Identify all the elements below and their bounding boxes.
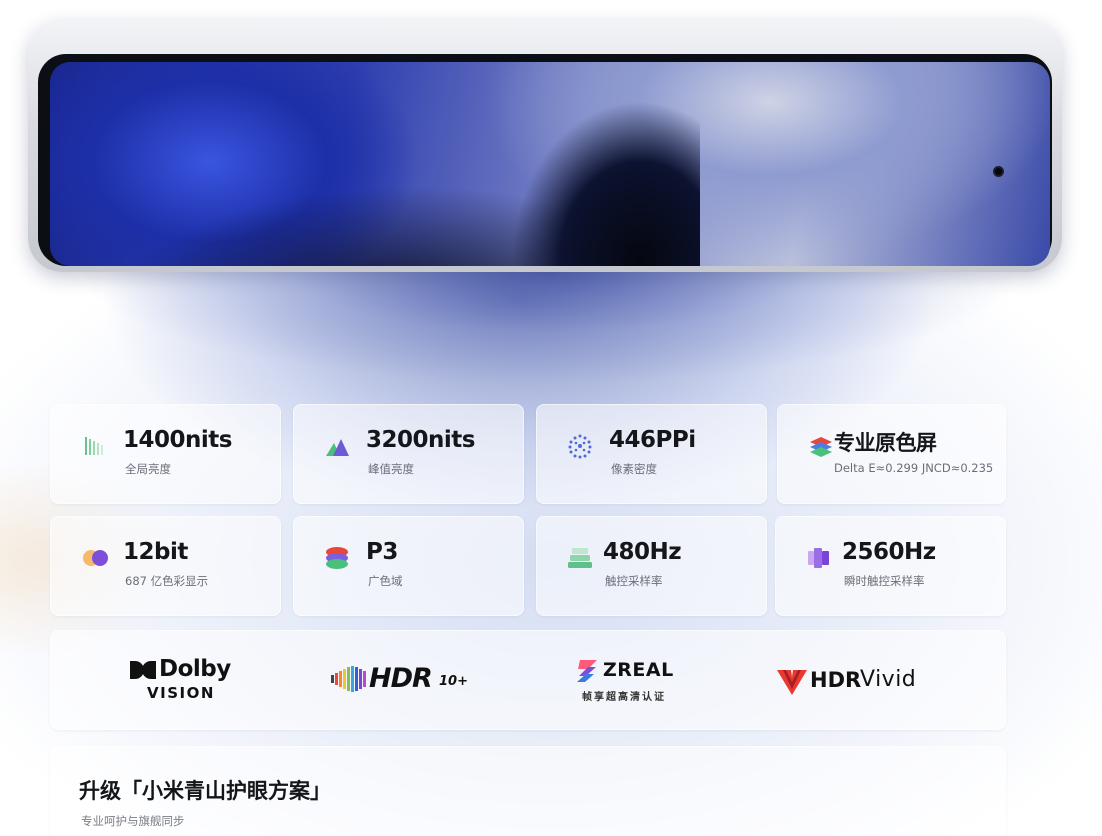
spec-value: 480Hz bbox=[603, 539, 682, 565]
hdr-vivid-logo: HDR Vivid bbox=[777, 657, 937, 707]
spec-card-12bit: 12bit 687 亿色彩显示 bbox=[50, 516, 281, 616]
spec-label: 广色域 bbox=[368, 574, 403, 588]
spec-card-touch-sampling: 480Hz 触控采样率 bbox=[536, 516, 767, 616]
spec-label: 像素密度 bbox=[611, 462, 657, 476]
spec-label: 全局亮度 bbox=[125, 462, 171, 476]
wallpaper-wave bbox=[380, 62, 700, 266]
dolby-double-d-icon bbox=[130, 661, 156, 679]
spec-value: P3 bbox=[366, 539, 398, 565]
spec-value: 1400nits bbox=[123, 427, 232, 453]
peak-mountain-icon bbox=[326, 439, 349, 456]
hdr10plus-suffix: 10+ bbox=[439, 674, 468, 689]
gamut-stack-icon bbox=[326, 547, 348, 569]
spec-label: Delta E≈0.299 JNCD≈0.235 bbox=[834, 461, 994, 475]
spec-label: 触控采样率 bbox=[605, 574, 663, 588]
color-layers-icon bbox=[810, 437, 832, 457]
eye-care-subtitle: 专业呵护与旗舰同步 bbox=[81, 814, 185, 828]
instant-touch-icon bbox=[808, 548, 829, 568]
spec-value: 专业原色屏 bbox=[834, 431, 937, 455]
phone-reflection bbox=[80, 272, 1020, 392]
spec-card-instant-touch-sampling: 2560Hz 瞬时触控采样率 bbox=[775, 516, 1006, 616]
phone-screen-wallpaper bbox=[50, 62, 1050, 266]
eye-care-title: 升级「小米青山护眼方案」 bbox=[79, 779, 331, 803]
certification-logos-card: Dolby VISION HDR 10+ ZREAL 帧享超高清认证 HDR V… bbox=[50, 630, 1006, 730]
hdr-vivid-v-icon bbox=[777, 670, 807, 695]
zreal-wordmark: ZREAL bbox=[603, 659, 674, 681]
spec-label: 瞬时触控采样率 bbox=[844, 574, 925, 588]
color-circles-icon bbox=[83, 550, 108, 566]
spec-value: 446PPi bbox=[609, 427, 696, 453]
spec-card-p3: P3 广色域 bbox=[293, 516, 524, 616]
zreal-z-icon bbox=[577, 660, 597, 682]
hdr-vivid-vivid-wordmark: Vivid bbox=[860, 667, 917, 692]
front-camera bbox=[993, 166, 1004, 177]
pixel-dots-icon bbox=[568, 434, 592, 459]
dolby-vision-logo: Dolby VISION bbox=[129, 656, 239, 707]
spec-card-peak-brightness: 3200nits 峰值亮度 bbox=[293, 404, 524, 504]
brightness-bars-icon bbox=[85, 437, 103, 455]
vision-wordmark: VISION bbox=[147, 684, 215, 702]
spec-value: 3200nits bbox=[366, 427, 475, 453]
zreal-logo: ZREAL 帧享超高清认证 bbox=[576, 657, 686, 707]
spec-card-global-brightness: 1400nits 全局亮度 bbox=[50, 404, 281, 504]
spec-value: 2560Hz bbox=[842, 539, 936, 565]
touch-layers-icon bbox=[568, 548, 592, 568]
spec-card-pixel-density: 446PPi 像素密度 bbox=[536, 404, 767, 504]
hdr-vivid-hdr-wordmark: HDR bbox=[810, 668, 862, 692]
hdr10plus-wordmark: HDR bbox=[369, 663, 433, 694]
spec-label: 687 亿色彩显示 bbox=[125, 574, 209, 588]
zreal-certification-text: 帧享超高清认证 bbox=[582, 692, 666, 703]
spec-value: 12bit bbox=[123, 539, 188, 565]
hdr10plus-logo: HDR 10+ bbox=[331, 657, 481, 707]
dolby-wordmark: Dolby bbox=[159, 656, 231, 682]
spec-card-pro-color-screen: 专业原色屏 Delta E≈0.299 JNCD≈0.235 bbox=[777, 404, 1006, 504]
hdr10plus-spectrum-icon bbox=[331, 666, 366, 692]
eye-care-card: 升级「小米青山护眼方案」 专业呵护与旗舰同步 bbox=[50, 746, 1006, 836]
spec-label: 峰值亮度 bbox=[368, 462, 414, 476]
